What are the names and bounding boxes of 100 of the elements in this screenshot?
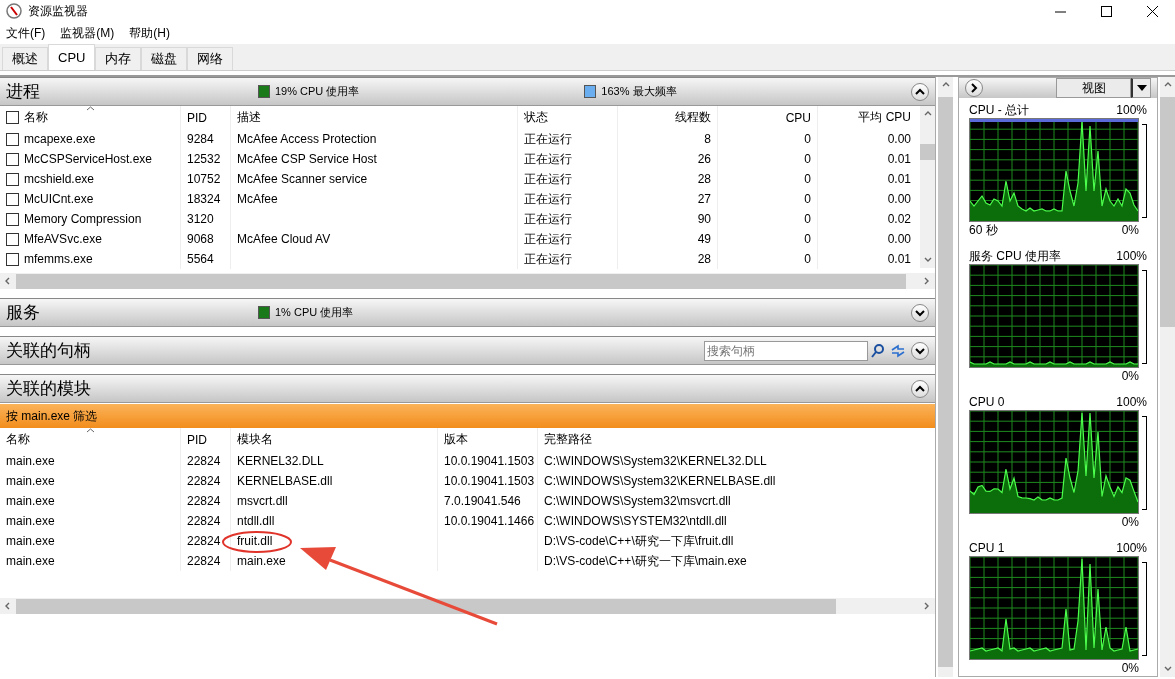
tab[interactable]: 内存 (95, 47, 142, 70)
table-cell: 27 (697, 192, 711, 206)
table-cell: McAfee CSP Service Host (237, 152, 377, 166)
section-header[interactable]: 服务 1% CPU 使用率 (0, 298, 935, 327)
graph-max-label: 100% (1116, 249, 1147, 263)
graph-title: CPU 0 (969, 395, 1005, 409)
table-cell: McAfee Scanner service (237, 172, 368, 186)
chevron-up-icon (915, 384, 925, 393)
table-cell: 22824 (187, 494, 221, 508)
vertical-scrollbar[interactable] (920, 106, 935, 268)
expand-panel-button[interactable] (965, 79, 983, 97)
table-cell: 90 (697, 212, 711, 226)
table-cell: McCSPServiceHost.exe (24, 152, 153, 166)
column-header[interactable]: PID (187, 432, 207, 447)
column-header[interactable]: 模块名 (237, 431, 273, 448)
table-cell: 0 (804, 212, 811, 226)
window-title: 资源监视器 (28, 2, 88, 20)
collapse-button[interactable] (911, 82, 929, 101)
table-cell: 正在运行 (524, 210, 572, 228)
menu-item[interactable]: 帮助(H) (127, 24, 177, 42)
column-header[interactable]: 平均 CPU (858, 109, 911, 126)
checkbox[interactable] (6, 132, 19, 146)
view-button[interactable]: 视图 (1056, 78, 1131, 98)
table-cell: 26 (697, 152, 711, 166)
table-cell: 正在运行 (524, 190, 572, 208)
expand-button[interactable] (911, 341, 929, 360)
section-header[interactable]: 关联的模块 (0, 374, 935, 403)
column-header[interactable]: 名称 (24, 109, 48, 126)
table-cell: 正在运行 (524, 150, 572, 168)
column-header[interactable]: 线程数 (675, 109, 711, 126)
table-cell: D:\VS-code\C++\研究一下库\main.exe (544, 552, 747, 570)
scrollbar-thumb[interactable] (920, 144, 935, 160)
checkbox[interactable] (6, 212, 19, 226)
close-icon (1146, 5, 1158, 17)
graph-max-label: 100% (1116, 541, 1147, 555)
section-title: 关联的句柄 (6, 340, 92, 362)
graph-time-label: 60 秒 (969, 221, 998, 239)
tab[interactable]: CPU (48, 44, 96, 70)
checkbox[interactable] (6, 232, 19, 246)
table-cell: 0.00 (887, 232, 911, 246)
table-cell: main.exe (6, 454, 55, 468)
column-header[interactable]: 完整路径 (544, 431, 592, 448)
table-cell: 0.00 (887, 132, 911, 146)
section-header[interactable]: 进程 19% CPU 使用率 163% 最大频率 (0, 77, 935, 106)
tab[interactable]: 网络 (187, 47, 234, 70)
checkbox[interactable] (6, 192, 19, 206)
table-cell: main.exe (6, 494, 55, 508)
table-cell: D:\VS-code\C++\研究一下库\fruit.dll (544, 532, 734, 550)
scrollbar-thumb[interactable] (1160, 97, 1175, 327)
section-header[interactable]: 关联的句柄 搜索句柄 (0, 336, 935, 365)
table-cell: McAfee Cloud AV (237, 232, 331, 246)
tab[interactable]: 磁盘 (141, 47, 188, 70)
chevron-down-icon (915, 308, 925, 317)
table-cell: 正在运行 (524, 230, 572, 248)
menu-item[interactable]: 监视器(M) (58, 24, 122, 42)
table-cell: McAfee (237, 192, 278, 206)
table-cell: McAfee Access Protection (237, 132, 377, 146)
checkbox[interactable] (6, 111, 19, 124)
table-cell: 22824 (187, 534, 221, 548)
stat-text: 1% CPU 使用率 (275, 305, 354, 320)
checkbox[interactable] (6, 172, 19, 186)
expand-button[interactable] (911, 303, 929, 322)
table-cell: 9068 (187, 232, 214, 246)
table-cell: 18324 (187, 192, 221, 206)
table-cell: msvcrt.dll (237, 494, 288, 508)
vertical-scrollbar[interactable] (1160, 77, 1175, 677)
table-cell: 10.0.19041.1503 (444, 474, 535, 488)
highlight-ellipse (222, 531, 292, 553)
column-header[interactable]: 名称 (6, 431, 30, 448)
chevron-down-icon (915, 346, 925, 355)
table-cell: 3120 (187, 212, 214, 226)
table-cell: 12532 (187, 152, 221, 166)
table-cell: 10.0.19041.1503 (444, 454, 535, 468)
search-field[interactable]: 搜索句柄 (704, 340, 868, 361)
caret-down-icon (1136, 85, 1147, 91)
table-cell: 10.0.19041.1466 (444, 514, 535, 528)
table-cell: 28 (697, 172, 711, 186)
table-cell: 49 (697, 232, 711, 246)
dropdown-button[interactable] (1131, 78, 1151, 98)
table-cell: KERNEL32.DLL (237, 454, 324, 468)
tab[interactable]: 概述 (2, 47, 48, 70)
stat-text: 163% 最大频率 (601, 84, 677, 99)
column-header[interactable]: 版本 (444, 431, 468, 448)
chevron-up-icon (915, 87, 925, 96)
sort-caret-icon (86, 106, 95, 111)
table-cell: 正在运行 (524, 250, 572, 268)
table-cell: MfeAVSvc.exe (24, 232, 102, 246)
checkbox[interactable] (6, 252, 19, 266)
table-cell: C:\WINDOWS\SYSTEM32\ntdll.dll (544, 514, 727, 528)
search-icon[interactable] (871, 343, 885, 358)
column-header[interactable]: 描述 (237, 109, 261, 126)
graph-title: 服务 CPU 使用率 (969, 247, 1061, 265)
table-cell: mcshield.exe (24, 172, 95, 186)
collapse-button[interactable] (911, 379, 929, 398)
column-header[interactable]: 状态 (524, 109, 548, 126)
table-cell: C:\WINDOWS\System32\KERNELBASE.dll (544, 474, 776, 488)
menu-item[interactable]: 文件(F) (4, 24, 53, 42)
column-header[interactable]: CPU (785, 110, 811, 125)
checkbox[interactable] (6, 152, 19, 166)
column-header[interactable]: PID (187, 110, 207, 125)
